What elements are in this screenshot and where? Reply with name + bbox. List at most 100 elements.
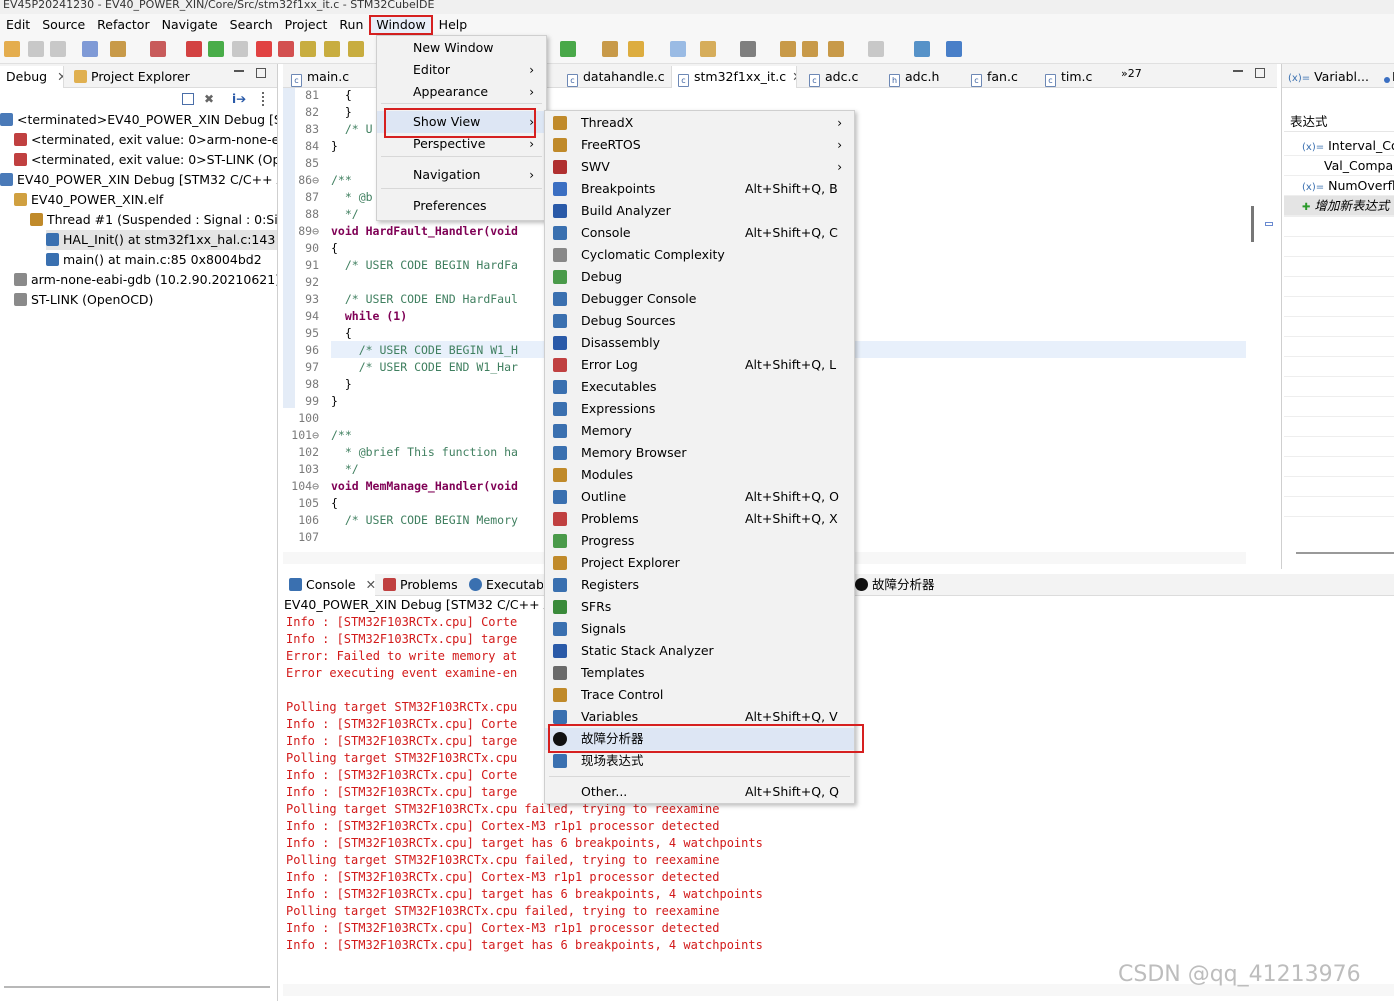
- external-tools-icon[interactable]: [602, 41, 618, 57]
- menu-item-console[interactable]: Console Alt+Shift+Q, C: [545, 222, 854, 244]
- tree-item[interactable]: Thread #1 (Suspended : Signal : 0:Sign: [30, 210, 278, 230]
- menu-item-templates[interactable]: Templates: [545, 662, 854, 684]
- menu-item-build-analyzer[interactable]: Build Analyzer: [545, 200, 854, 222]
- forward-icon[interactable]: [802, 41, 818, 57]
- back-icon[interactable]: [780, 41, 796, 57]
- tab-datahandle-c[interactable]: c datahandle.c: [561, 66, 669, 88]
- menu-item-cyclomatic[interactable]: Cyclomatic Complexity: [545, 244, 854, 266]
- menu-item-memory-browser[interactable]: Memory Browser: [545, 442, 854, 464]
- next-annotation-icon[interactable]: [740, 41, 756, 57]
- tree-item[interactable]: EV40_POWER_XIN Debug [STM32 C/C++ Ap: [0, 170, 278, 190]
- menu-item-threadx[interactable]: ThreadX ›: [545, 112, 854, 134]
- open-perspective-icon[interactable]: [914, 41, 930, 57]
- tab-fault-analyzer[interactable]: 故障分析器: [849, 574, 949, 596]
- menu-item-expressions[interactable]: Expressions: [545, 398, 854, 420]
- step-icon[interactable]: i➔: [232, 92, 248, 106]
- maximize-icon[interactable]: [256, 68, 266, 78]
- toggle-icon[interactable]: [628, 41, 644, 57]
- expression-item[interactable]: (x)=Interval_Com: [1284, 136, 1394, 156]
- menu-item-breakpoints[interactable]: Breakpoints Alt+Shift+Q, B: [545, 178, 854, 200]
- editor-maximize-icon[interactable]: [1255, 68, 1265, 78]
- menu-item-variables[interactable]: Variables Alt+Shift+Q, V: [545, 706, 854, 728]
- menu-item-editor[interactable]: Editor ›: [377, 59, 546, 81]
- nav-forward-icon[interactable]: [868, 41, 884, 57]
- tree-item[interactable]: EV40_POWER_XIN.elf: [14, 190, 278, 210]
- build-config-icon[interactable]: [82, 41, 98, 57]
- menu-item-new-window[interactable]: New Window: [377, 37, 546, 59]
- menu-item-sfrs[interactable]: SFRs: [545, 596, 854, 618]
- tab-executables[interactable]: Executabl: [463, 574, 543, 596]
- menu-item-freertos[interactable]: FreeRTOS ›: [545, 134, 854, 156]
- step-into-icon[interactable]: [300, 41, 316, 57]
- step-over-icon[interactable]: [324, 41, 340, 57]
- menu-item-show-view[interactable]: Show View ›: [377, 111, 546, 133]
- horizontal-scrollbar[interactable]: [4, 986, 270, 988]
- menu-item-appearance[interactable]: Appearance ›: [377, 81, 546, 103]
- close-icon[interactable]: ✕: [366, 577, 375, 592]
- expression-item[interactable]: (x)=NumOverflo: [1284, 176, 1394, 196]
- menu-search[interactable]: Search: [224, 15, 279, 35]
- tab-problems[interactable]: Problems: [377, 574, 463, 596]
- menu-item-outline[interactable]: Outline Alt+Shift+Q, O: [545, 486, 854, 508]
- tree-item[interactable]: main() at main.c:85 0x8004bd2: [46, 250, 278, 270]
- menu-item-debug-sources[interactable]: Debug Sources: [545, 310, 854, 332]
- right-panel-hscrollbar[interactable]: [1296, 552, 1394, 554]
- tree-item[interactable]: <terminated>EV40_POWER_XIN Debug [STM: [0, 110, 278, 130]
- save-icon[interactable]: [28, 41, 44, 57]
- tab-fan-c[interactable]: c fan.c: [965, 66, 1033, 88]
- menu-run[interactable]: Run: [333, 15, 369, 35]
- info-icon[interactable]: [946, 41, 962, 57]
- menu-item-debug[interactable]: Debug: [545, 266, 854, 288]
- resume-icon[interactable]: [186, 41, 202, 57]
- menu-item-trace-control[interactable]: Trace Control: [545, 684, 854, 706]
- tab-main-c[interactable]: c main.c: [285, 66, 369, 88]
- annotation-icon[interactable]: [700, 41, 716, 57]
- tab-breakpoints[interactable]: B: [1378, 66, 1394, 88]
- menu-source[interactable]: Source: [36, 15, 91, 35]
- remove-terminated-icon[interactable]: ✖: [204, 93, 218, 105]
- expression-item[interactable]: Val_Compar: [1284, 156, 1394, 176]
- tab-adc-h[interactable]: h adc.h: [883, 66, 959, 88]
- menu-item-fault-analyzer[interactable]: 故障分析器: [545, 728, 854, 750]
- expression-item[interactable]: ✚ 增加新表达式: [1284, 196, 1394, 216]
- tab-variables[interactable]: (x)= Variabl...: [1282, 66, 1378, 88]
- disconnect-icon[interactable]: [278, 41, 294, 57]
- menu-window[interactable]: Window: [369, 15, 433, 35]
- menu-item-signals[interactable]: Signals: [545, 618, 854, 640]
- tab-adc-c[interactable]: c adc.c: [803, 66, 877, 88]
- nav-back-icon[interactable]: [828, 41, 844, 57]
- step-return-icon[interactable]: [348, 41, 364, 57]
- clean-icon[interactable]: [150, 41, 166, 57]
- tree-item[interactable]: <terminated, exit value: 0>ST-LINK (Oper: [14, 150, 278, 170]
- highlight-icon[interactable]: [670, 41, 686, 57]
- tab-debug[interactable]: Debug ✕: [0, 66, 64, 88]
- view-menu-icon[interactable]: [262, 92, 266, 106]
- menu-project[interactable]: Project: [279, 15, 334, 35]
- menu-item-progress[interactable]: Progress: [545, 530, 854, 552]
- menu-navigate[interactable]: Navigate: [156, 15, 224, 35]
- menu-item-static-stack[interactable]: Static Stack Analyzer: [545, 640, 854, 662]
- editor-minimize-icon[interactable]: [1233, 70, 1243, 72]
- editor-scrollbar-thumb[interactable]: [1251, 206, 1254, 242]
- close-icon[interactable]: ✕: [792, 69, 796, 84]
- tab-project-explorer[interactable]: Project Explorer: [68, 66, 218, 88]
- build-icon[interactable]: [110, 41, 126, 57]
- menu-item-memory[interactable]: Memory: [545, 420, 854, 442]
- menu-item-preferences[interactable]: Preferences: [377, 195, 546, 217]
- tree-item[interactable]: arm-none-eabi-gdb (10.2.90.20210621): [14, 270, 278, 290]
- menu-help[interactable]: Help: [433, 15, 474, 35]
- tab-stm32f1xx_it-c[interactable]: c stm32f1xx_it.c ✕: [671, 66, 797, 88]
- tab-console[interactable]: Console ✕: [283, 574, 375, 596]
- menu-item-debugger-console[interactable]: Debugger Console: [545, 288, 854, 310]
- menu-item-executables[interactable]: Executables: [545, 376, 854, 398]
- menu-item-registers[interactable]: Registers: [545, 574, 854, 596]
- close-icon[interactable]: ✕: [57, 69, 63, 84]
- save-all-icon[interactable]: [50, 41, 66, 57]
- menu-edit[interactable]: Edit: [0, 15, 36, 35]
- menu-item-swv[interactable]: SWV ›: [545, 156, 854, 178]
- tree-item[interactable]: <terminated, exit value: 0>arm-none-eab: [14, 130, 278, 150]
- tree-item[interactable]: ST-LINK (OpenOCD): [14, 290, 278, 310]
- resume-all-icon[interactable]: [208, 41, 224, 57]
- more-tabs-indicator[interactable]: »27: [1121, 67, 1142, 80]
- menu-item-live-expressions[interactable]: 现场表达式: [545, 750, 854, 772]
